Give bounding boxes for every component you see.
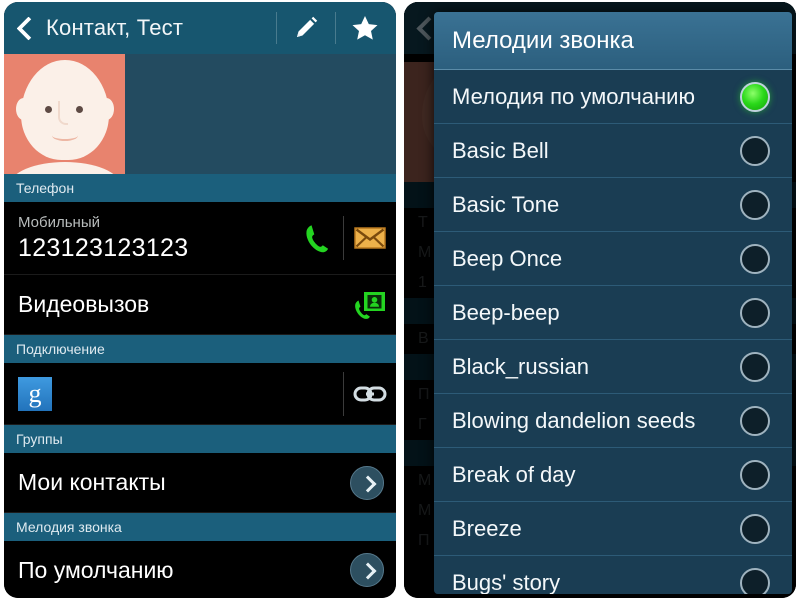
- list-item[interactable]: Blowing dandelion seeds: [434, 394, 792, 448]
- ringtone-label: Bugs' story: [452, 569, 561, 595]
- avatar-eye-right: [76, 106, 83, 113]
- page-title: Контакт, Тест: [46, 15, 184, 40]
- list-item[interactable]: Мелодия по умолчанию: [434, 70, 792, 124]
- ringtone-label: Basic Bell: [452, 137, 549, 163]
- favorite-button[interactable]: [338, 2, 392, 54]
- radio-button[interactable]: [740, 243, 770, 274]
- call-button[interactable]: [291, 202, 343, 275]
- phone-texts: Мобильный 123123123123: [18, 213, 291, 264]
- list-item[interactable]: Bugs' story: [434, 556, 792, 594]
- phone-type-label: Мобильный: [18, 213, 100, 231]
- contact-detail-screen: Контакт, Тест Телефон Мобильный 12312312…: [4, 2, 396, 598]
- edit-contact-button[interactable]: [279, 2, 333, 54]
- ringtone-label: Black_russian: [452, 353, 589, 379]
- phone-handset-icon: [302, 222, 332, 254]
- phone-number-row[interactable]: Мобильный 123123123123: [4, 202, 396, 275]
- radio-button[interactable]: [740, 405, 770, 436]
- radio-button[interactable]: [740, 351, 770, 382]
- chevron-right-icon[interactable]: [350, 465, 384, 500]
- video-call-icon: [353, 289, 387, 321]
- ringtone-row[interactable]: По умолчанию: [4, 541, 396, 598]
- video-call-row[interactable]: Видеовызов: [4, 275, 396, 335]
- pencil-edit-icon: [291, 13, 321, 43]
- radio-button[interactable]: [740, 189, 770, 220]
- envelope-message-icon: [354, 226, 386, 250]
- phone-number-value: 123123123123: [18, 233, 189, 262]
- ringtone-label: Beep Once: [452, 245, 563, 271]
- link-chain-icon: [353, 384, 387, 404]
- list-item[interactable]: Basic Tone: [434, 178, 792, 232]
- star-icon: [350, 13, 380, 43]
- list-item[interactable]: Basic Bell: [434, 124, 792, 178]
- avatar-mouth: [52, 130, 78, 141]
- header-divider: [276, 12, 277, 44]
- google-g-logo: g: [18, 376, 52, 411]
- radio-button[interactable]: [740, 459, 770, 490]
- chevron-right-icon[interactable]: [350, 553, 384, 587]
- ringtone-label: Мелодия по умолчанию: [452, 83, 695, 109]
- ringtone-label: Blowing dandelion seeds: [452, 407, 696, 433]
- linked-account-row[interactable]: g: [4, 363, 396, 425]
- list-item[interactable]: Break of day: [434, 448, 792, 502]
- avatar[interactable]: [4, 54, 125, 174]
- video-call-label: Видеовызов: [18, 291, 150, 317]
- contact-avatar-row: [4, 54, 396, 174]
- header-divider: [335, 12, 336, 44]
- video-call-button[interactable]: [344, 268, 396, 341]
- list-item[interactable]: Beep Once: [434, 232, 792, 286]
- radio-button[interactable]: [740, 135, 770, 166]
- screenshot-stage: Контакт, Тест Телефон Мобильный 12312312…: [0, 0, 800, 600]
- radio-button[interactable]: [740, 513, 770, 544]
- section-header-groups: Группы: [4, 425, 396, 453]
- section-header-phone: Телефон: [4, 174, 396, 202]
- ringtone-label: Beep-beep: [452, 299, 560, 325]
- group-label: Мои контакты: [18, 469, 166, 495]
- avatar-nose: [58, 101, 68, 125]
- list-item[interactable]: Black_russian: [434, 340, 792, 394]
- radio-button[interactable]: [740, 297, 770, 328]
- ringtone-picker-screen: ★ Т М 1 В П Г М М П Мелодии звонка Мел: [404, 2, 796, 598]
- list-item[interactable]: Breeze: [434, 502, 792, 556]
- list-item[interactable]: Beep-beep: [434, 286, 792, 340]
- avatar-eye-left: [45, 106, 52, 113]
- ringtone-label: Basic Tone: [452, 191, 560, 217]
- contact-header-bar: Контакт, Тест: [4, 2, 396, 54]
- ringtone-dialog-title: Мелодии звонка: [434, 12, 792, 70]
- section-header-ringtone: Мелодия звонка: [4, 513, 396, 541]
- back-chevron-icon[interactable]: [12, 13, 38, 43]
- ringtone-label: По умолчанию: [18, 556, 174, 583]
- avatar-row-filler: [125, 54, 396, 174]
- section-header-connection: Подключение: [4, 335, 396, 363]
- radio-button-selected[interactable]: [740, 81, 770, 112]
- ringtone-list[interactable]: Мелодия по умолчанию Basic Bell Basic To…: [434, 70, 792, 594]
- avatar-body: [10, 162, 120, 174]
- ringtone-dialog: Мелодии звонка Мелодия по умолчанию Basi…: [434, 12, 792, 594]
- message-button[interactable]: [344, 202, 396, 275]
- radio-button[interactable]: [740, 567, 770, 594]
- ringtone-label: Breeze: [452, 515, 522, 541]
- ringtone-label: Break of day: [452, 461, 576, 487]
- group-row[interactable]: Мои контакты: [4, 453, 396, 513]
- link-account-button[interactable]: [344, 357, 396, 430]
